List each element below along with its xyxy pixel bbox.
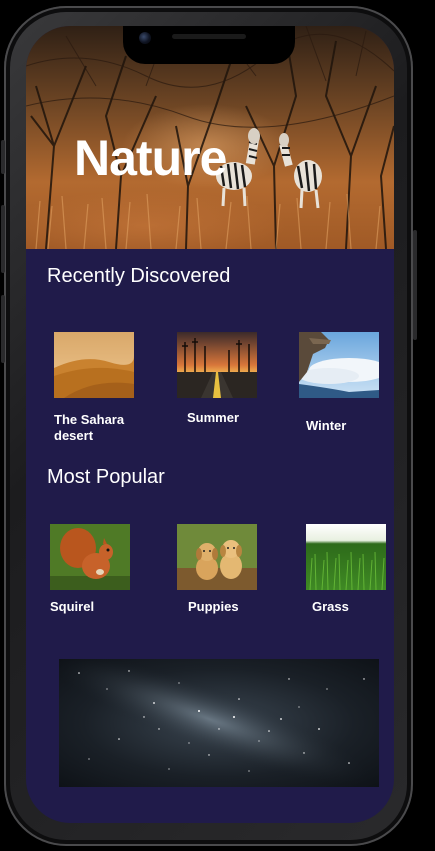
zebra-right <box>279 133 322 209</box>
power-button <box>413 230 417 340</box>
card-label: The Sahara desert <box>54 412 125 443</box>
grass-image <box>306 524 386 590</box>
phone-notch <box>123 26 295 64</box>
card-summer[interactable]: Summer <box>177 332 257 426</box>
cliff-clouds-image <box>299 332 379 398</box>
volume-down-button <box>1 295 5 363</box>
card-squirel[interactable]: Squirel <box>50 524 130 615</box>
desert-dunes-image <box>54 332 134 398</box>
card-label: Winter <box>306 418 347 433</box>
milky-way-image <box>59 659 379 787</box>
card-winter[interactable]: Winter <box>299 332 379 434</box>
speaker-grille <box>172 34 246 39</box>
camera-icon <box>139 32 151 44</box>
card-puppies[interactable]: Puppies <box>177 524 257 615</box>
card-label: Squirel <box>50 599 95 614</box>
sunset-road-image <box>177 332 257 398</box>
card-label: Summer <box>187 410 240 425</box>
puppies-image <box>177 524 257 590</box>
card-grass[interactable]: Grass <box>306 524 386 615</box>
mute-switch <box>1 140 5 174</box>
card-label: Puppies <box>188 599 239 614</box>
volume-up-button <box>1 205 5 273</box>
app-screen: Nature Recently Discovered The Sahara de… <box>26 26 394 823</box>
hero-title: Nature <box>74 130 227 186</box>
most-popular-title: Most Popular <box>47 466 165 488</box>
recently-discovered-title: Recently Discovered <box>47 265 231 287</box>
squirrel-image <box>50 524 130 590</box>
card-sahara-desert[interactable]: The Sahara desert <box>54 332 134 444</box>
card-label: Grass <box>312 599 349 614</box>
